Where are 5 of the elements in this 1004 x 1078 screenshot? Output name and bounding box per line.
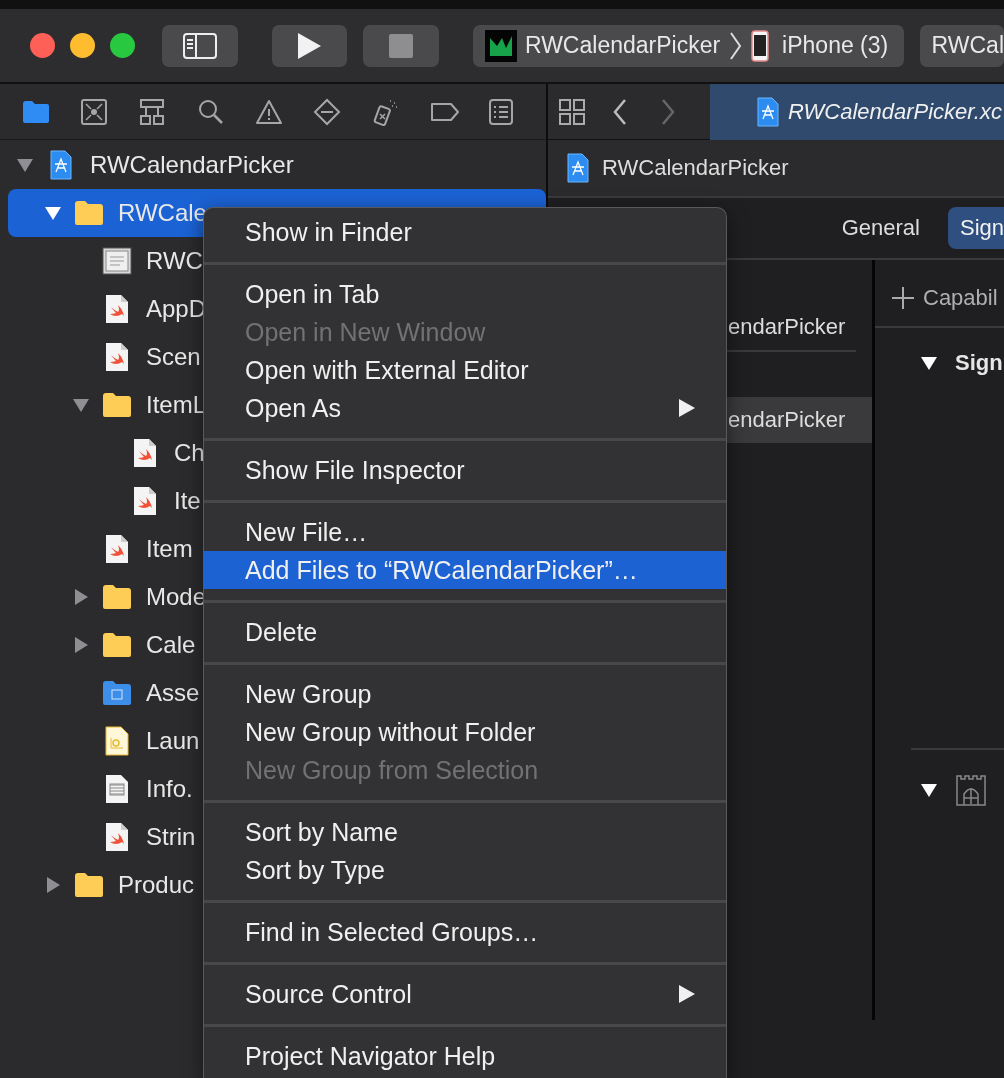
section-title: Sign (955, 350, 1003, 376)
activity-text: RWCal (931, 32, 1004, 59)
device-name: iPhone (3) (782, 32, 889, 59)
tab-title: RWCalendarPicker.xc (788, 98, 1002, 125)
scheme-name: RWCalendarPicker (524, 32, 721, 59)
